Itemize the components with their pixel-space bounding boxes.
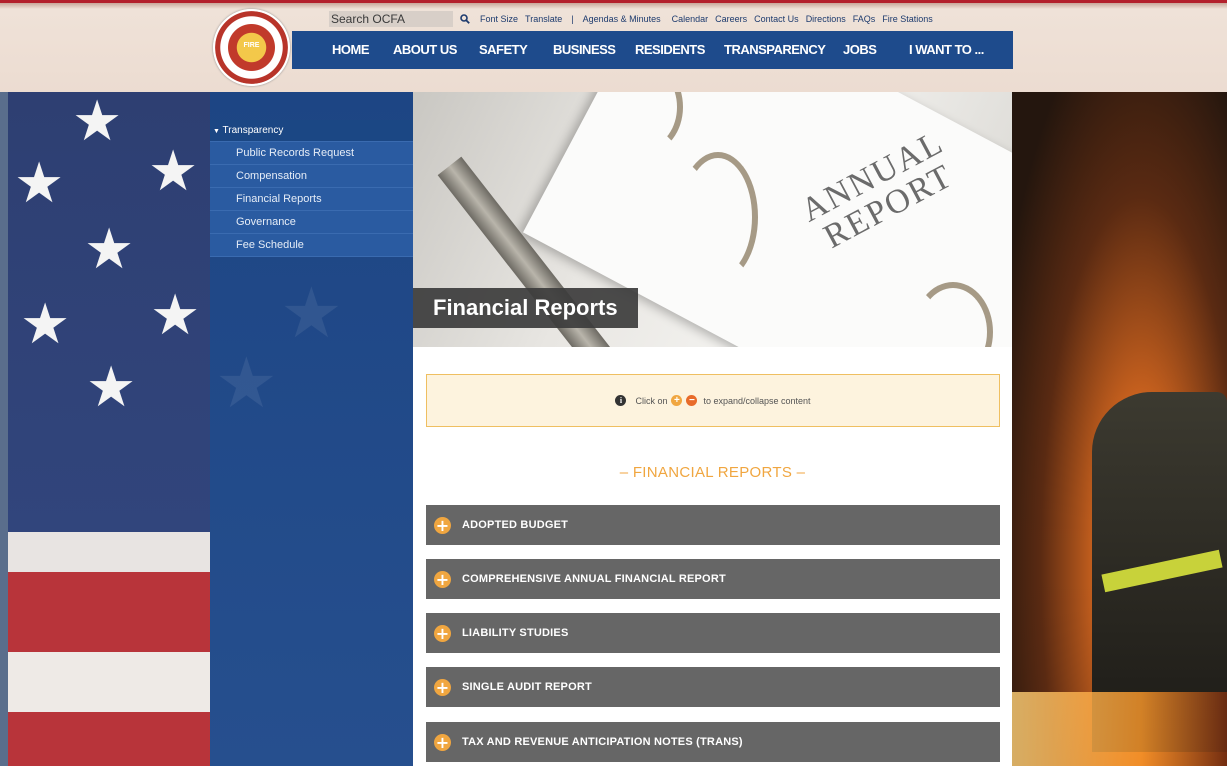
accordion-tax-and-revenue-anticipation-notes[interactable]: + TAX AND REVENUE ANTICIPATION NOTES (TR… bbox=[426, 722, 1000, 762]
accordion-label: ADOPTED BUDGET bbox=[462, 519, 569, 531]
expand-plus-icon: + bbox=[434, 515, 451, 535]
collapse-minus-icon: − bbox=[686, 395, 698, 406]
page-edge bbox=[0, 92, 8, 766]
nav-about-us[interactable]: ABOUT US bbox=[393, 42, 457, 57]
sidebar-item-financial-reports[interactable]: Financial Reports bbox=[210, 188, 413, 211]
accordion-label: LIABILITY STUDIES bbox=[462, 627, 569, 639]
main-nav: HOME ABOUT US SAFETY BUSINESS RESIDENTS … bbox=[292, 31, 1013, 69]
nav-safety[interactable]: SAFETY bbox=[479, 42, 528, 57]
nav-jobs[interactable]: JOBS bbox=[843, 42, 877, 57]
utility-bar: Font Size Translate | Agendas & Minutes … bbox=[300, 10, 1010, 28]
nav-business[interactable]: BUSINESS bbox=[553, 42, 616, 57]
search-icon[interactable] bbox=[457, 11, 473, 27]
sidebar: ★ ★ ▼ Transparency Public Records Reques… bbox=[210, 92, 413, 766]
section-title: – FINANCIAL REPORTS – bbox=[619, 464, 806, 481]
firefighter-background-image bbox=[1012, 92, 1227, 766]
nav-residents[interactable]: RESIDENTS bbox=[635, 42, 705, 57]
accordion-adopted-budget[interactable]: + ADOPTED BUDGET bbox=[426, 505, 1000, 545]
expand-plus-icon: + bbox=[434, 677, 451, 697]
utility-divider: | bbox=[571, 14, 574, 24]
translate-link[interactable]: Translate bbox=[525, 14, 562, 24]
expand-plus-icon: + bbox=[434, 732, 451, 752]
expand-plus-icon: + bbox=[434, 623, 451, 643]
faded-star: ★ bbox=[280, 272, 343, 354]
nav-home[interactable]: HOME bbox=[332, 42, 370, 57]
page-title: Financial Reports bbox=[413, 288, 638, 328]
expand-plus-icon: + bbox=[434, 569, 451, 589]
contact-us-link[interactable]: Contact Us bbox=[754, 14, 799, 24]
flag-star: ★ bbox=[20, 292, 71, 357]
flag-star: ★ bbox=[14, 151, 65, 216]
accordion-label: TAX AND REVENUE ANTICIPATION NOTES (TRAN… bbox=[462, 736, 743, 748]
accordion-label: SINGLE AUDIT REPORT bbox=[462, 681, 592, 693]
logo-text: FIRE bbox=[243, 42, 260, 49]
fire-stations-link[interactable]: Fire Stations bbox=[882, 14, 933, 24]
font-size-link[interactable]: Font Size bbox=[480, 14, 518, 24]
notice-suffix: to expand/collapse content bbox=[703, 395, 811, 406]
flag-star: ★ bbox=[148, 139, 199, 204]
faqs-link[interactable]: FAQs bbox=[853, 14, 876, 24]
nav-i-want-to[interactable]: I WANT TO ... bbox=[909, 42, 984, 57]
directions-link[interactable]: Directions bbox=[806, 14, 846, 24]
info-icon: i bbox=[615, 395, 627, 406]
hero-image: ANNUAL REPORT Financial Reports bbox=[413, 92, 1012, 347]
sparks-glow bbox=[1012, 692, 1227, 766]
sidebar-item-fee-schedule[interactable]: Fee Schedule bbox=[210, 234, 413, 257]
sidebar-item-public-records-request[interactable]: Public Records Request bbox=[210, 142, 413, 165]
binder-ring bbox=[678, 152, 758, 282]
sidebar-menu: ▼ Transparency Public Records Request Co… bbox=[210, 120, 413, 257]
sidebar-item-governance[interactable]: Governance bbox=[210, 211, 413, 234]
caret-down-icon: ▼ bbox=[213, 128, 220, 135]
flag-star: ★ bbox=[86, 355, 137, 420]
flag-background-image: ★ ★ ★ ★ ★ ★ ★ bbox=[0, 92, 210, 766]
flag-star: ★ bbox=[72, 92, 123, 154]
main-content: ANNUAL REPORT Financial Reports i Click … bbox=[413, 92, 1012, 766]
accordion-label: COMPREHENSIVE ANNUAL FINANCIAL REPORT bbox=[462, 573, 726, 585]
sidebar-heading-label: Transparency bbox=[222, 125, 284, 136]
agendas-minutes-link[interactable]: Agendas & Minutes bbox=[583, 14, 661, 24]
nav-transparency[interactable]: TRANSPARENCY bbox=[724, 42, 826, 57]
sidebar-item-compensation[interactable]: Compensation bbox=[210, 165, 413, 188]
accordion-comprehensive-annual-financial-report[interactable]: + COMPREHENSIVE ANNUAL FINANCIAL REPORT bbox=[426, 559, 1000, 599]
accordion-liability-studies[interactable]: + LIABILITY STUDIES bbox=[426, 613, 1000, 653]
expand-collapse-notice: i Click on + − to expand/collapse conten… bbox=[426, 374, 1000, 427]
flag-star: ★ bbox=[84, 217, 135, 282]
careers-link[interactable]: Careers bbox=[715, 14, 747, 24]
ocfa-logo[interactable]: FIRE bbox=[213, 9, 290, 86]
notice-prefix: Click on bbox=[635, 395, 668, 406]
calendar-link[interactable]: Calendar bbox=[672, 14, 709, 24]
sidebar-heading[interactable]: ▼ Transparency bbox=[210, 120, 413, 142]
expand-plus-icon: + bbox=[671, 395, 683, 406]
accordion-single-audit-report[interactable]: + SINGLE AUDIT REPORT bbox=[426, 667, 1000, 707]
faded-star: ★ bbox=[215, 342, 278, 424]
search-input[interactable] bbox=[329, 11, 453, 27]
flag-star: ★ bbox=[150, 283, 201, 348]
